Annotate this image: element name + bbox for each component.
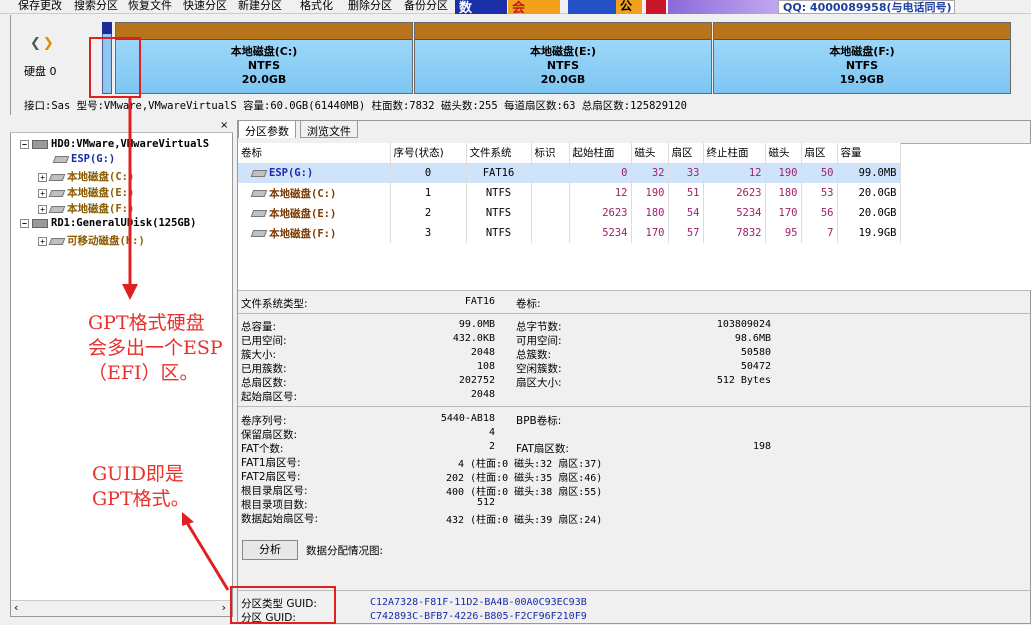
annotation-note-2: GUID即是 GPT格式。: [92, 462, 190, 512]
arrow-line: [184, 520, 230, 591]
annotation-text: 会多出一个ESP: [88, 337, 223, 359]
annotation-note-1: GPT格式硬盘 会多出一个ESP （EFI）区。: [88, 311, 223, 386]
annotation-text: GPT格式。: [92, 488, 190, 510]
annotation-text: GUID即是: [92, 463, 184, 485]
arrow-head-icon: [182, 512, 194, 526]
annotation-text: （EFI）区。: [88, 362, 199, 384]
arrow-head-icon: [122, 284, 138, 300]
annotation-text: GPT格式硬盘: [88, 312, 205, 334]
